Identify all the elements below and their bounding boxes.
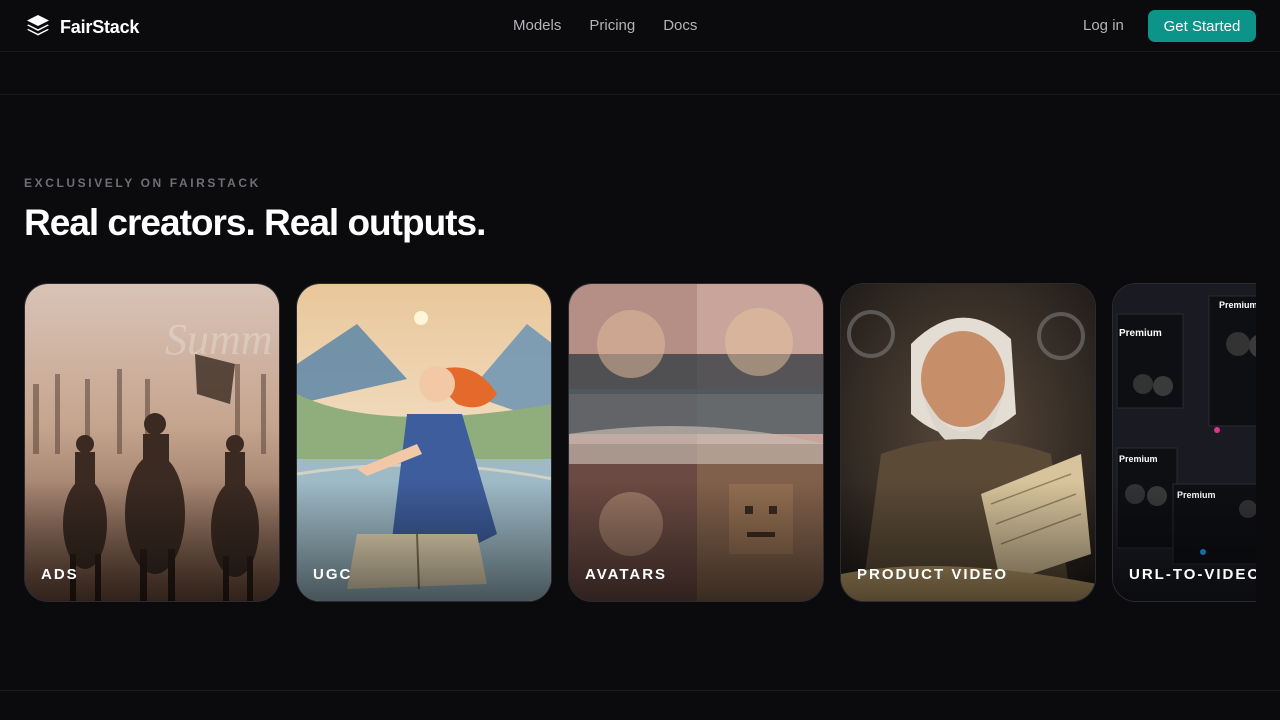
card-label: ADS <box>41 566 79 583</box>
showcase-card-ugc[interactable]: UGC <box>296 283 552 602</box>
showcase-card-avatars[interactable]: AVATARS <box>568 283 824 602</box>
layers-icon <box>26 14 50 41</box>
card-label: UGC <box>313 566 353 583</box>
main-nav: Models Pricing Docs <box>513 17 697 34</box>
showcase-card-ads[interactable]: Summ ADS <box>24 283 280 602</box>
brand-name: FairStack <box>60 17 140 37</box>
login-link[interactable]: Log in <box>1083 17 1124 34</box>
nav-link-pricing[interactable]: Pricing <box>589 17 635 34</box>
nav-link-docs[interactable]: Docs <box>663 17 697 34</box>
nav-link-models[interactable]: Models <box>513 17 561 34</box>
sub-nav-bar <box>0 52 1280 95</box>
card-label: AVATARS <box>585 566 668 583</box>
svg-text:Premium: Premium <box>1119 454 1158 464</box>
svg-text:Premium: Premium <box>1119 328 1162 339</box>
showcase-carousel[interactable]: Summ ADS UGC AVATARS PRODUCT VIDEO Premi… <box>24 283 1256 603</box>
svg-text:Summ: Summ <box>165 315 273 364</box>
svg-text:Premium: Premium <box>1219 300 1256 310</box>
section-divider <box>0 690 1280 691</box>
get-started-button[interactable]: Get Started <box>1148 10 1256 42</box>
card-label: PRODUCT VIDEO <box>857 566 1009 583</box>
brand-logo[interactable]: FairStack <box>26 14 139 41</box>
card-label: URL-TO-VIDEO <box>1129 566 1256 583</box>
showcase-card-product-video[interactable]: PRODUCT VIDEO <box>840 283 1096 602</box>
section-eyebrow: EXCLUSIVELY ON FAIRSTACK <box>24 176 261 190</box>
top-nav-bar: FairStack Models Pricing Docs Log in Get… <box>0 0 1280 52</box>
section-headline: Real creators. Real outputs. <box>24 202 486 243</box>
showcase-card-url-to-video[interactable]: Premium Premium Premium Premium URL-TO-V… <box>1112 283 1256 602</box>
